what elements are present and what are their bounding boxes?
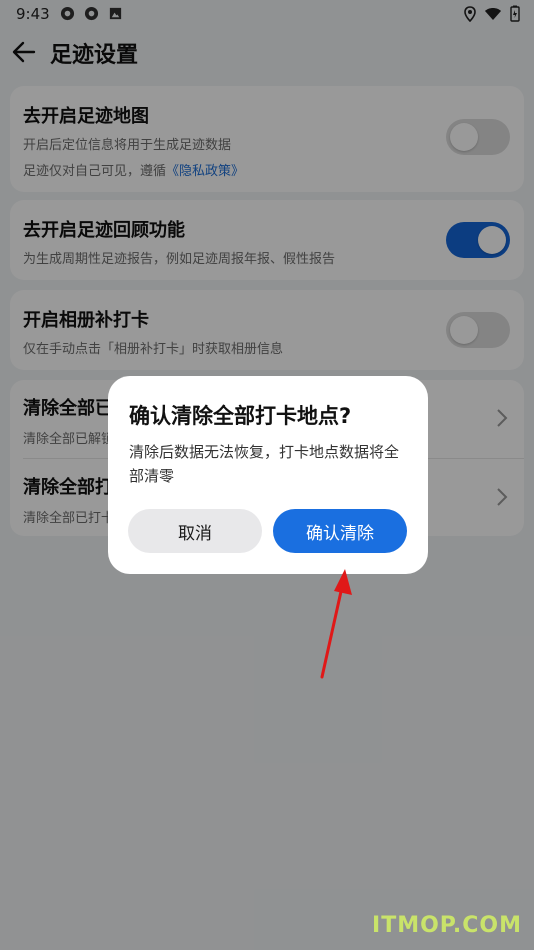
cancel-button[interactable]: 取消 (128, 509, 262, 553)
dialog-title: 确认清除全部打卡地点? (129, 404, 352, 428)
dialog-message: 清除后数据无法恢复，打卡地点数据将全部清零 (129, 443, 400, 485)
annotation-arrow-icon (320, 569, 352, 679)
confirm-clear-dialog: 确认清除全部打卡地点? 清除后数据无法恢复，打卡地点数据将全部清零 取消 确认清… (108, 376, 428, 574)
watermark-text: ITMOP.COM (372, 913, 522, 938)
confirm-clear-button[interactable]: 确认清除 (273, 509, 407, 553)
